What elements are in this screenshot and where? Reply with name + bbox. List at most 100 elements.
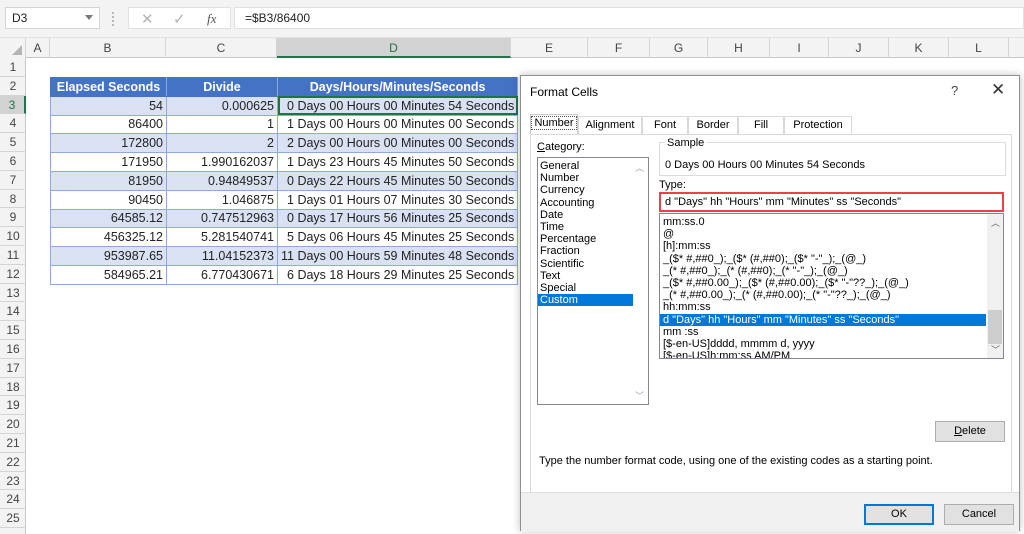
scroll-up-icon[interactable]: ︿ bbox=[635, 161, 644, 174]
formatted-duration-cell[interactable]: 2 Days 00 Hours 00 Minutes 00 Seconds bbox=[276, 133, 519, 154]
row-header-1[interactable]: 1 bbox=[0, 58, 26, 77]
formatted-duration-cell[interactable]: 0 Days 22 Hours 45 Minutes 50 Seconds bbox=[276, 170, 519, 191]
tab-alignment[interactable]: Alignment bbox=[578, 116, 642, 134]
row-header-2[interactable]: 2 bbox=[0, 77, 26, 96]
scroll-down-icon[interactable]: ﹀ bbox=[635, 389, 644, 402]
category-item-date[interactable]: Date bbox=[538, 209, 633, 221]
category-item-custom[interactable]: Custom bbox=[538, 294, 633, 307]
row-header-3[interactable]: 3 bbox=[0, 95, 26, 115]
elapsed-seconds-cell[interactable]: 90450 bbox=[50, 189, 167, 210]
dialog-title-bar[interactable]: Format Cells ? ✕ bbox=[521, 76, 1019, 106]
format-list-scrollbar[interactable]: ︿ ﹀ bbox=[987, 214, 1003, 358]
formatted-duration-cell[interactable]: 0 Days 17 Hours 56 Minutes 25 Seconds bbox=[276, 208, 519, 229]
row-header-23[interactable]: 23 bbox=[0, 472, 26, 491]
cancel-button[interactable]: Cancel bbox=[944, 504, 1014, 525]
row-header-22[interactable]: 22 bbox=[0, 453, 26, 472]
formatted-duration-cell[interactable]: 1 Days 01 Hours 07 Minutes 30 Seconds bbox=[276, 189, 519, 210]
format-code-item[interactable]: [h]:mm:ss bbox=[660, 240, 986, 252]
elapsed-seconds-cell[interactable]: 81950 bbox=[50, 170, 167, 191]
category-item-special[interactable]: Special bbox=[538, 282, 633, 294]
column-header-a[interactable]: A bbox=[26, 38, 50, 58]
column-header-k[interactable]: K bbox=[889, 38, 949, 58]
format-code-item[interactable]: [$-en-US]h:mm:ss AM/PM bbox=[660, 350, 986, 358]
row-header-10[interactable]: 10 bbox=[0, 227, 26, 246]
elapsed-seconds-cell[interactable]: 86400 bbox=[50, 114, 167, 135]
insert-function-icon[interactable]: fx bbox=[207, 11, 216, 27]
elapsed-seconds-cell[interactable]: 171950 bbox=[50, 152, 167, 172]
ok-button[interactable]: OK bbox=[864, 504, 934, 525]
row-header-15[interactable]: 15 bbox=[0, 321, 26, 340]
format-code-item[interactable]: mm :ss bbox=[660, 326, 986, 338]
category-item-scientific[interactable]: Scientific bbox=[538, 258, 633, 270]
column-header-d[interactable]: D bbox=[277, 38, 511, 58]
column-header-f[interactable]: F bbox=[588, 38, 650, 58]
row-header-12[interactable]: 12 bbox=[0, 265, 26, 284]
select-all-button[interactable] bbox=[0, 38, 26, 58]
category-item-fraction[interactable]: Fraction bbox=[538, 245, 633, 257]
delete-button[interactable]: Delete bbox=[935, 421, 1005, 442]
header-elapsed-seconds[interactable]: Elapsed Seconds bbox=[50, 77, 167, 97]
column-header-i[interactable]: I bbox=[770, 38, 829, 58]
divide-cell[interactable]: 0.000625 bbox=[166, 95, 278, 116]
drag-handle[interactable] bbox=[112, 12, 114, 26]
tab-number[interactable]: Number bbox=[530, 114, 578, 135]
category-item-accounting[interactable]: Accounting bbox=[538, 197, 633, 209]
tab-font[interactable]: Font bbox=[642, 116, 688, 134]
scrollbar-thumb[interactable] bbox=[988, 310, 1002, 344]
row-header-21[interactable]: 21 bbox=[0, 434, 26, 453]
row-header-24[interactable]: 24 bbox=[0, 490, 26, 510]
row-header-7[interactable]: 7 bbox=[0, 171, 26, 190]
column-header-e[interactable]: E bbox=[511, 38, 588, 58]
category-item-percentage[interactable]: Percentage bbox=[538, 233, 633, 245]
close-icon[interactable]: ✕ bbox=[991, 80, 1005, 100]
row-header-9[interactable]: 9 bbox=[0, 208, 26, 228]
divide-cell[interactable]: 0.747512963 bbox=[166, 208, 278, 229]
divide-cell[interactable]: 2 bbox=[166, 133, 278, 154]
row-header-14[interactable]: 14 bbox=[0, 302, 26, 322]
row-header-6[interactable]: 6 bbox=[0, 152, 26, 171]
formatted-duration-cell[interactable]: 5 Days 06 Hours 45 Minutes 25 Seconds bbox=[276, 227, 519, 248]
format-code-item[interactable]: @ bbox=[660, 228, 986, 240]
row-header-8[interactable]: 8 bbox=[0, 190, 26, 209]
format-code-item[interactable]: [$-en-US]dddd, mmmm d, yyyy bbox=[660, 338, 986, 350]
row-header-11[interactable]: 11 bbox=[0, 246, 26, 265]
chevron-down-icon[interactable] bbox=[85, 15, 93, 20]
elapsed-seconds-cell[interactable]: 953987.65 bbox=[50, 246, 167, 266]
format-code-item[interactable]: _($* #,##0.00_);_($* (#,##0.00);_($* "-"… bbox=[660, 277, 986, 289]
tab-fill[interactable]: Fill bbox=[738, 116, 784, 134]
column-header-g[interactable]: G bbox=[650, 38, 708, 58]
row-header-20[interactable]: 20 bbox=[0, 415, 26, 434]
category-item-time[interactable]: Time bbox=[538, 221, 633, 233]
column-header-l[interactable]: L bbox=[949, 38, 1009, 58]
elapsed-seconds-cell[interactable]: 64585.12 bbox=[50, 208, 167, 229]
category-item-number[interactable]: Number bbox=[538, 172, 633, 184]
row-header-19[interactable]: 19 bbox=[0, 396, 26, 416]
tab-protection[interactable]: Protection bbox=[784, 116, 852, 134]
row-header-16[interactable]: 16 bbox=[0, 340, 26, 359]
category-item-currency[interactable]: Currency bbox=[538, 184, 633, 196]
category-item-text[interactable]: Text bbox=[538, 270, 633, 282]
row-header-4[interactable]: 4 bbox=[0, 114, 26, 134]
formatted-duration-cell[interactable]: 0 Days 00 Hours 00 Minutes 54 Seconds bbox=[276, 95, 519, 116]
row-header-18[interactable]: 18 bbox=[0, 378, 26, 397]
type-input[interactable]: d "Days" hh "Hours" mm "Minutes" ss "Sec… bbox=[659, 192, 1004, 212]
formatted-duration-cell[interactable]: 1 Days 00 Hours 00 Minutes 00 Seconds bbox=[276, 114, 519, 135]
row-header-25[interactable]: 25 bbox=[0, 509, 26, 528]
column-header-h[interactable]: H bbox=[708, 38, 770, 58]
name-box[interactable]: D3 bbox=[5, 7, 100, 29]
category-item-general[interactable]: General bbox=[538, 160, 633, 172]
check-icon[interactable]: ✓ bbox=[173, 10, 186, 28]
column-header-b[interactable]: B bbox=[50, 38, 166, 58]
format-code-item[interactable]: _($* #,##0_);_($* (#,##0);_($* "-"_);_(@… bbox=[660, 253, 986, 265]
formula-input[interactable]: =$B3/86400 bbox=[234, 7, 1024, 29]
divide-cell[interactable]: 1.990162037 bbox=[166, 152, 278, 172]
tab-border[interactable]: Border bbox=[688, 116, 738, 134]
header-divide[interactable]: Divide bbox=[166, 77, 278, 97]
divide-cell[interactable]: 5.281540741 bbox=[166, 227, 278, 248]
divide-cell[interactable]: 1.046875 bbox=[166, 189, 278, 210]
header-days-hours-minutes-seconds[interactable]: Days/Hours/Minutes/Seconds bbox=[276, 77, 519, 97]
format-code-list[interactable]: mm:ss.0 @ [h]:mm:ss _($* #,##0_);_($* (#,##… bbox=[659, 213, 1004, 359]
category-list[interactable]: General Number Currency Accounting Date Time P… bbox=[537, 157, 649, 405]
help-icon[interactable]: ? bbox=[951, 83, 958, 98]
divide-cell[interactable]: 11.04152373 bbox=[166, 246, 278, 266]
